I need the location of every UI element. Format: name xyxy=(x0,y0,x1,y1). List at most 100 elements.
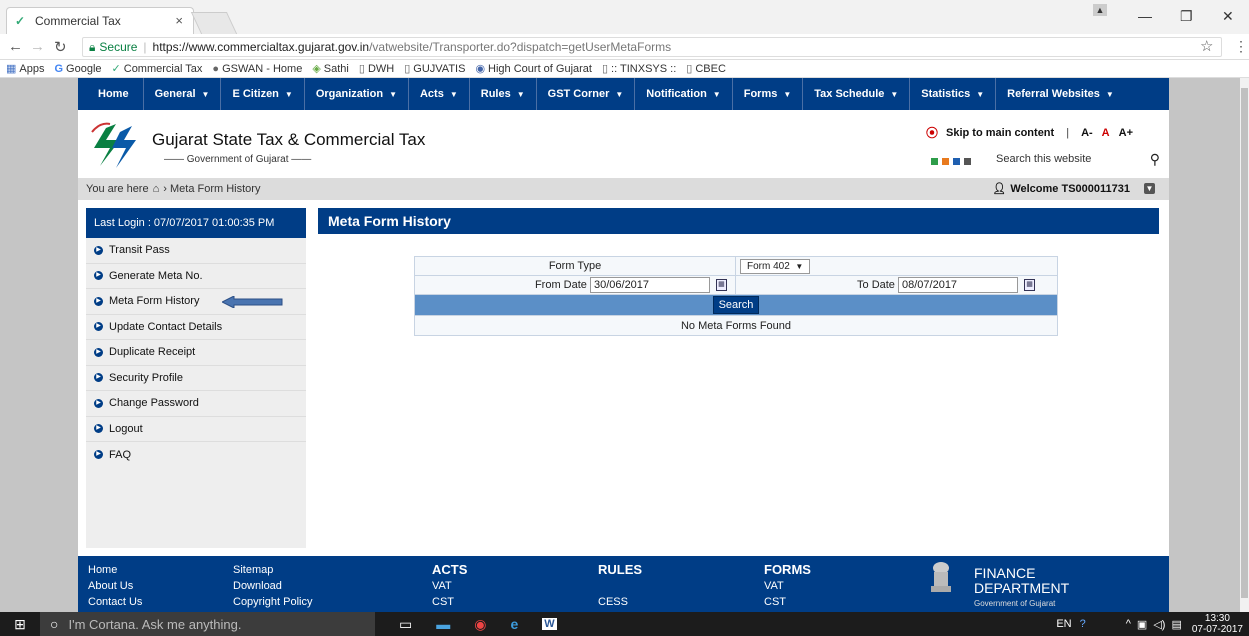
browser-menu-icon[interactable]: ⋮ xyxy=(1234,38,1248,55)
bookmark-commercial-tax[interactable]: Commercial Tax xyxy=(124,63,203,75)
bookmark-google[interactable]: Google xyxy=(66,63,101,75)
site-search-input[interactable]: Search this website ⚲ xyxy=(988,150,1166,168)
bullet-arrow-icon: ▶ xyxy=(94,322,103,332)
calendar-icon[interactable]: ▦ xyxy=(1024,279,1035,291)
bookmark-star-icon[interactable]: ☆ xyxy=(1200,37,1213,55)
font-normal-button[interactable]: A xyxy=(1102,127,1110,139)
caret-down-icon: ▼ xyxy=(976,89,985,99)
footer-link-copyright[interactable]: Copyright Policy xyxy=(233,594,312,610)
search-button[interactable]: Search xyxy=(712,296,760,314)
window-close-icon[interactable]: ✕ xyxy=(1222,8,1234,25)
sidebar-item-duplicate-receipt[interactable]: ▶ Duplicate Receipt xyxy=(86,340,306,366)
theme-blue-swatch[interactable] xyxy=(953,158,960,165)
bookmark-cbec[interactable]: CBEC xyxy=(695,63,726,75)
word-icon[interactable]: W xyxy=(542,618,557,630)
sidebar-item-change-password[interactable]: ▶ Change Password xyxy=(86,391,306,417)
notification-icon[interactable]: ▤ xyxy=(1171,618,1181,631)
network-icon[interactable]: ▣ xyxy=(1137,618,1147,631)
scrollbar-thumb[interactable] xyxy=(1241,88,1248,598)
secure-label: Secure xyxy=(99,40,138,54)
file-explorer-icon[interactable]: ▬ xyxy=(436,616,450,632)
nav-gst-corner[interactable]: GST Corner ▼ xyxy=(537,78,636,110)
sidebar-item-faq[interactable]: ▶ FAQ xyxy=(86,442,306,468)
footer-link-contact[interactable]: Contact Us xyxy=(88,594,142,610)
internet-explorer-icon[interactable]: e xyxy=(510,616,518,632)
nav-general[interactable]: General ▼ xyxy=(144,78,222,110)
language-indicator[interactable]: EN xyxy=(1056,618,1071,630)
footer-link-sitemap[interactable]: Sitemap xyxy=(233,562,312,578)
sidebar-item-logout[interactable]: ▶ Logout xyxy=(86,417,306,442)
minimize-icon[interactable]: — xyxy=(1138,8,1152,24)
footer-acts-cst[interactable]: CST xyxy=(432,594,467,610)
new-tab-button[interactable] xyxy=(190,12,238,34)
skip-to-content-link[interactable]: Skip to main content xyxy=(946,127,1054,139)
caret-down-icon: ▼ xyxy=(712,89,721,99)
footer-acts-vat[interactable]: VAT xyxy=(432,578,467,594)
bookmark-gujvatis[interactable]: GUJVATIS xyxy=(413,63,465,75)
clock[interactable]: 13:30 07-07-2017 xyxy=(1192,613,1243,635)
form-type-select[interactable]: Form 402 ▼ xyxy=(740,258,811,274)
caret-down-icon: ▼ xyxy=(890,89,899,99)
search-icon[interactable]: ⚲ xyxy=(1150,151,1160,168)
nav-notification[interactable]: Notification ▼ xyxy=(635,78,733,110)
cortana-search[interactable]: ○ I'm Cortana. Ask me anything. xyxy=(40,612,375,636)
nav-acts[interactable]: Acts ▼ xyxy=(409,78,470,110)
nav-rules[interactable]: Rules ▼ xyxy=(470,78,537,110)
volume-icon[interactable]: ◁) xyxy=(1153,618,1165,631)
back-icon[interactable]: ← xyxy=(8,38,23,55)
tab-close-icon[interactable]: × xyxy=(175,13,183,28)
windows-start-icon[interactable]: ⊞ xyxy=(0,616,40,633)
nav-tax-schedule[interactable]: Tax Schedule ▼ xyxy=(803,78,911,110)
font-decrease-button[interactable]: A- xyxy=(1081,127,1093,139)
reload-icon[interactable]: ↻ xyxy=(54,38,67,56)
bookmark-dwh[interactable]: DWH xyxy=(368,63,394,75)
from-date-input[interactable]: 30/06/2017 xyxy=(589,277,710,293)
footer-link-about[interactable]: About Us xyxy=(88,578,142,594)
theme-orange-swatch[interactable] xyxy=(942,158,949,165)
nav-forms[interactable]: Forms ▼ xyxy=(733,78,804,110)
font-increase-button[interactable]: A+ xyxy=(1119,127,1133,139)
footer-forms-cst[interactable]: CST xyxy=(764,594,811,610)
bookmark-tinxsys[interactable]: :: TINXSYS :: xyxy=(611,63,676,75)
page-scrollbar[interactable] xyxy=(1240,78,1249,612)
url-field[interactable]: 🔒︎ Secure | https://www.commercialtax.gu… xyxy=(82,37,1222,57)
to-date-label: To Date xyxy=(857,279,895,291)
profile-icon[interactable]: ▲ xyxy=(1093,4,1107,16)
home-icon[interactable]: ⌂ xyxy=(153,183,160,195)
forward-icon[interactable]: → xyxy=(30,38,45,55)
calendar-icon[interactable]: ▦ xyxy=(715,279,727,291)
site-header: Gujarat State Tax & Commercial Tax —— Go… xyxy=(78,110,1169,178)
skip-arrow-icon: ⦿ xyxy=(926,126,939,140)
bookmark-sathi[interactable]: Sathi xyxy=(324,63,349,75)
breadcrumb-current: Meta Form History xyxy=(169,183,261,195)
sidebar-item-security-profile[interactable]: ▶ Security Profile xyxy=(86,366,306,391)
nav-home[interactable]: Home xyxy=(78,78,144,110)
nav-e-citizen[interactable]: E Citizen ▼ xyxy=(221,78,305,110)
nav-organization[interactable]: Organization ▼ xyxy=(305,78,409,110)
footer-link-download[interactable]: Download xyxy=(233,578,312,594)
last-login: Last Login : 07/07/2017 01:00:35 PM xyxy=(86,208,306,238)
help-icon[interactable]: ? xyxy=(1080,618,1086,630)
nav-statistics[interactable]: Statistics ▼ xyxy=(910,78,997,110)
footer-forms-vat[interactable]: VAT xyxy=(764,578,811,594)
sidebar-item-meta-form-history[interactable]: ▶ Meta Form History xyxy=(86,289,306,315)
nav-referral-websites[interactable]: Referral Websites ▼ xyxy=(996,78,1125,110)
sidebar-item-generate-meta-no[interactable]: ▶ Generate Meta No. xyxy=(86,264,306,289)
bookmark-apps[interactable]: Apps xyxy=(19,63,44,75)
bookmark-gswan[interactable]: GSWAN - Home xyxy=(222,63,302,75)
to-date-input[interactable]: 08/07/2017 xyxy=(898,277,1018,293)
restore-icon[interactable]: ❐ xyxy=(1180,8,1193,25)
sidebar-item-label: Generate Meta No. xyxy=(109,269,203,282)
theme-green-swatch[interactable] xyxy=(931,158,938,165)
chrome-icon[interactable]: ◉ xyxy=(474,616,486,633)
task-view-icon[interactable]: ▭ xyxy=(399,616,412,633)
theme-gray-swatch[interactable] xyxy=(964,158,971,165)
footer-rules-cess[interactable]: CESS xyxy=(598,594,642,610)
bookmark-high-court[interactable]: High Court of Gujarat xyxy=(488,63,592,75)
tray-chevron-icon[interactable]: ^ xyxy=(1126,618,1131,630)
sidebar-item-update-contact-details[interactable]: ▶ Update Contact Details xyxy=(86,315,306,340)
footer-link-home[interactable]: Home xyxy=(88,562,142,578)
sidebar-item-transit-pass[interactable]: ▶ Transit Pass xyxy=(86,238,306,264)
browser-tab[interactable]: ✓ Commercial Tax × xyxy=(6,7,194,34)
user-dropdown-icon[interactable]: ▼ xyxy=(1144,183,1155,194)
